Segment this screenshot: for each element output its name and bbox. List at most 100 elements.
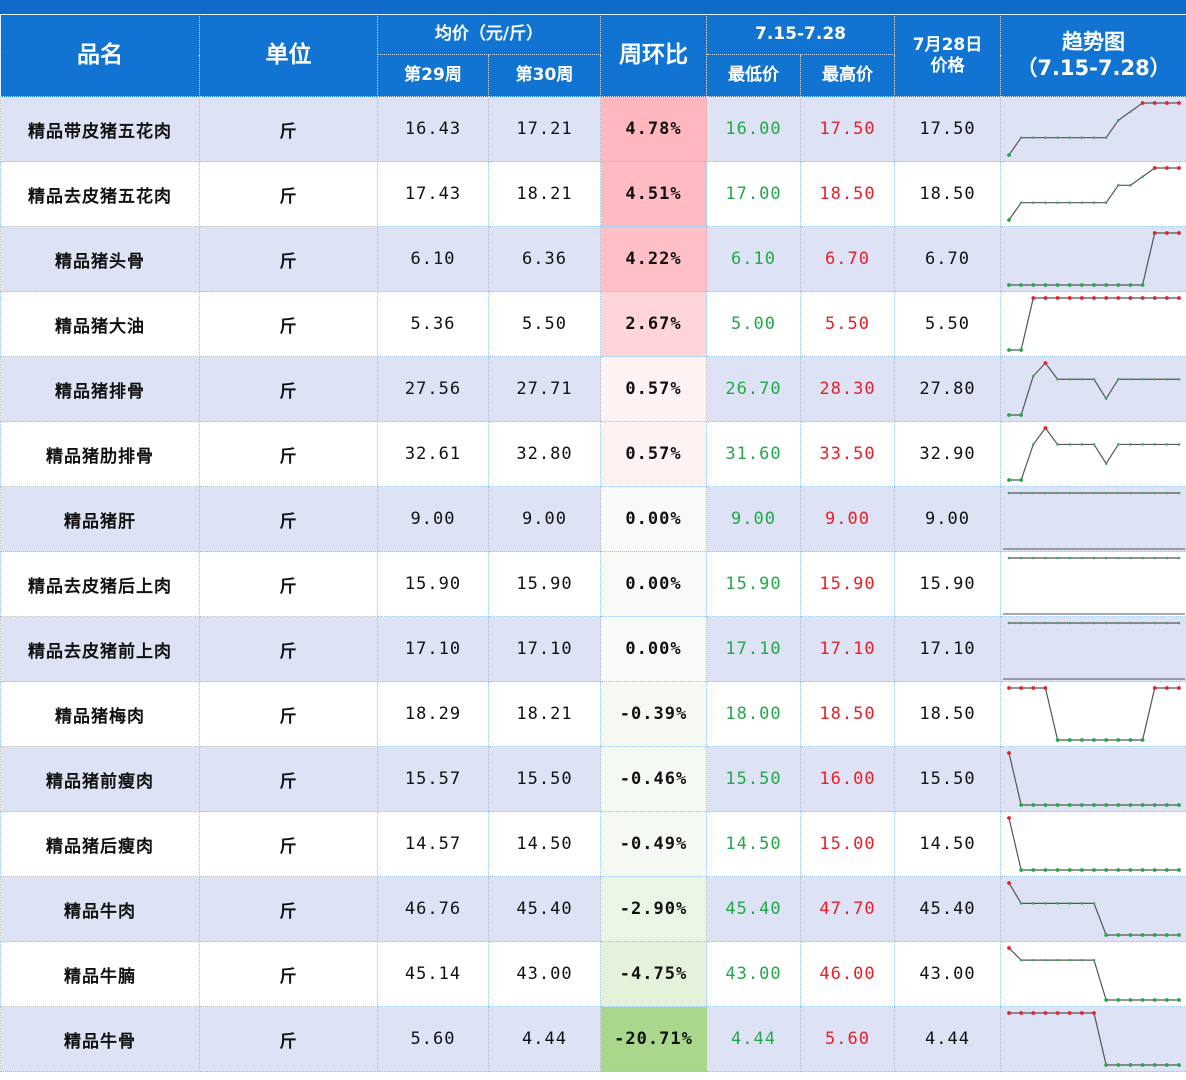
trend-sparkline-cell xyxy=(1000,356,1186,422)
trend-point-low xyxy=(1116,803,1121,807)
max-price: 28.30 xyxy=(799,356,896,422)
trend-point-low xyxy=(1116,1063,1121,1067)
product-name: 精品去皮猪五花肉 xyxy=(0,161,200,227)
trend-point-low xyxy=(1177,933,1181,937)
unit-cell: 斤 xyxy=(199,356,378,422)
trend-point xyxy=(1104,462,1108,465)
trend-point xyxy=(1129,110,1132,113)
trend-point xyxy=(1068,443,1072,446)
table-row: 精品猪前瘦肉斤 15.57 15.50 -0.46% 15.50 16.00 15.50 xyxy=(0,746,1186,812)
trend-point-low xyxy=(1140,998,1145,1002)
week29-avg: 46.76 xyxy=(377,876,489,942)
trend-point-low xyxy=(1092,868,1096,872)
trend-line xyxy=(1008,882,1180,936)
trend-point xyxy=(1153,377,1157,381)
unit-cell: 斤 xyxy=(199,551,378,617)
trend-point-high xyxy=(1079,1011,1084,1015)
trend-point-low xyxy=(1164,868,1169,872)
trend-point-high xyxy=(1116,296,1121,300)
trend-point-high xyxy=(1043,686,1048,690)
week30-avg: 17.10 xyxy=(488,616,601,682)
trend-point xyxy=(1080,443,1084,446)
trend-point xyxy=(1044,958,1047,962)
trend-point-low xyxy=(1055,868,1060,872)
trend-point xyxy=(1177,443,1181,446)
trend-point xyxy=(1080,377,1084,381)
trend-point-high xyxy=(1177,231,1181,235)
trend-point-high xyxy=(1152,686,1157,690)
trend-point-high xyxy=(1007,946,1011,950)
day-price: 6.70 xyxy=(894,226,1002,292)
trend-line xyxy=(1008,752,1180,806)
header-trend: 趋势图 （7.15-7.28） xyxy=(1000,14,1186,97)
trend-point-high xyxy=(1007,751,1011,755)
header-day-label: 价格 xyxy=(930,55,965,76)
trend-point-low xyxy=(1019,283,1024,287)
trend-point-low xyxy=(1019,478,1024,482)
header-trend-range: （7.15-7.28） xyxy=(1016,55,1171,80)
day-price: 9.00 xyxy=(894,486,1002,552)
trend-point-low xyxy=(1104,1063,1109,1067)
trend-point xyxy=(1068,958,1072,962)
unit-cell: 斤 xyxy=(199,291,378,357)
trend-point xyxy=(1080,902,1084,905)
product-name: 精品带皮猪五花肉 xyxy=(0,96,200,162)
trend-point xyxy=(1153,621,1157,625)
max-price: 15.00 xyxy=(799,811,896,877)
trend-sparkline-cell xyxy=(1000,746,1186,812)
trend-point-low xyxy=(1128,933,1133,937)
trend-point xyxy=(1068,556,1072,560)
trend-point-low xyxy=(1079,803,1084,807)
trend-point xyxy=(1104,201,1108,204)
trend-sparkline xyxy=(1003,491,1186,550)
unit-cell: 斤 xyxy=(199,681,378,747)
trend-point-low xyxy=(1140,933,1145,937)
unit-cell: 斤 xyxy=(199,746,378,812)
trend-point-high xyxy=(1067,296,1072,300)
trend-point-low xyxy=(1055,738,1060,742)
trend-sparkline-cell xyxy=(1000,1006,1186,1072)
trend-point xyxy=(1177,377,1181,381)
week-change: 0.00% xyxy=(600,551,707,617)
trend-point-high xyxy=(1043,1011,1048,1015)
header-unit: 单位 xyxy=(199,14,378,97)
trend-point xyxy=(1129,491,1132,495)
trend-point xyxy=(1104,556,1108,560)
product-name: 精品猪前瘦肉 xyxy=(0,746,200,812)
trend-point-high xyxy=(1164,686,1169,690)
trend-point-low xyxy=(1019,348,1024,352)
week-change: -0.39% xyxy=(600,681,707,747)
trend-point xyxy=(1092,136,1096,139)
trend-point xyxy=(1080,556,1084,560)
trend-point xyxy=(1056,621,1059,625)
trend-sparkline-cell xyxy=(1000,811,1186,877)
trend-point-high xyxy=(1067,1011,1072,1015)
day-price: 43.00 xyxy=(894,941,1002,1007)
week-change: -0.49% xyxy=(600,811,707,877)
week-change: 2.67% xyxy=(600,291,707,357)
trend-point-high xyxy=(1152,296,1157,300)
trend-point-high xyxy=(1031,686,1036,690)
day-price: 18.50 xyxy=(894,681,1002,747)
trend-point xyxy=(1165,491,1169,495)
trend-point-high xyxy=(1019,686,1024,690)
trend-point xyxy=(1117,491,1120,495)
table-row: 精品猪排骨斤 27.56 27.71 0.57% 26.70 28.30 27.80 xyxy=(0,356,1186,422)
table-row: 精品猪大油斤 5.36 5.50 2.67% 5.00 5.50 5.50 xyxy=(0,291,1186,357)
week29-avg: 5.60 xyxy=(377,1006,489,1072)
trend-point-low xyxy=(1152,868,1157,872)
trend-point-high xyxy=(1079,296,1084,300)
trend-point-high xyxy=(1007,881,1011,885)
max-price: 33.50 xyxy=(799,421,896,487)
week29-avg: 6.10 xyxy=(377,226,489,292)
week29-avg: 17.10 xyxy=(377,616,489,682)
min-price: 15.50 xyxy=(706,746,801,812)
trend-point-high xyxy=(1164,296,1169,300)
trend-point-low xyxy=(1007,478,1011,482)
trend-point xyxy=(1177,556,1181,560)
trend-point-high xyxy=(1031,1011,1036,1015)
header-max-price: 最高价 xyxy=(799,54,896,97)
trend-sparkline xyxy=(1007,1011,1181,1067)
trend-line xyxy=(1009,297,1180,351)
min-price: 15.90 xyxy=(706,551,801,617)
